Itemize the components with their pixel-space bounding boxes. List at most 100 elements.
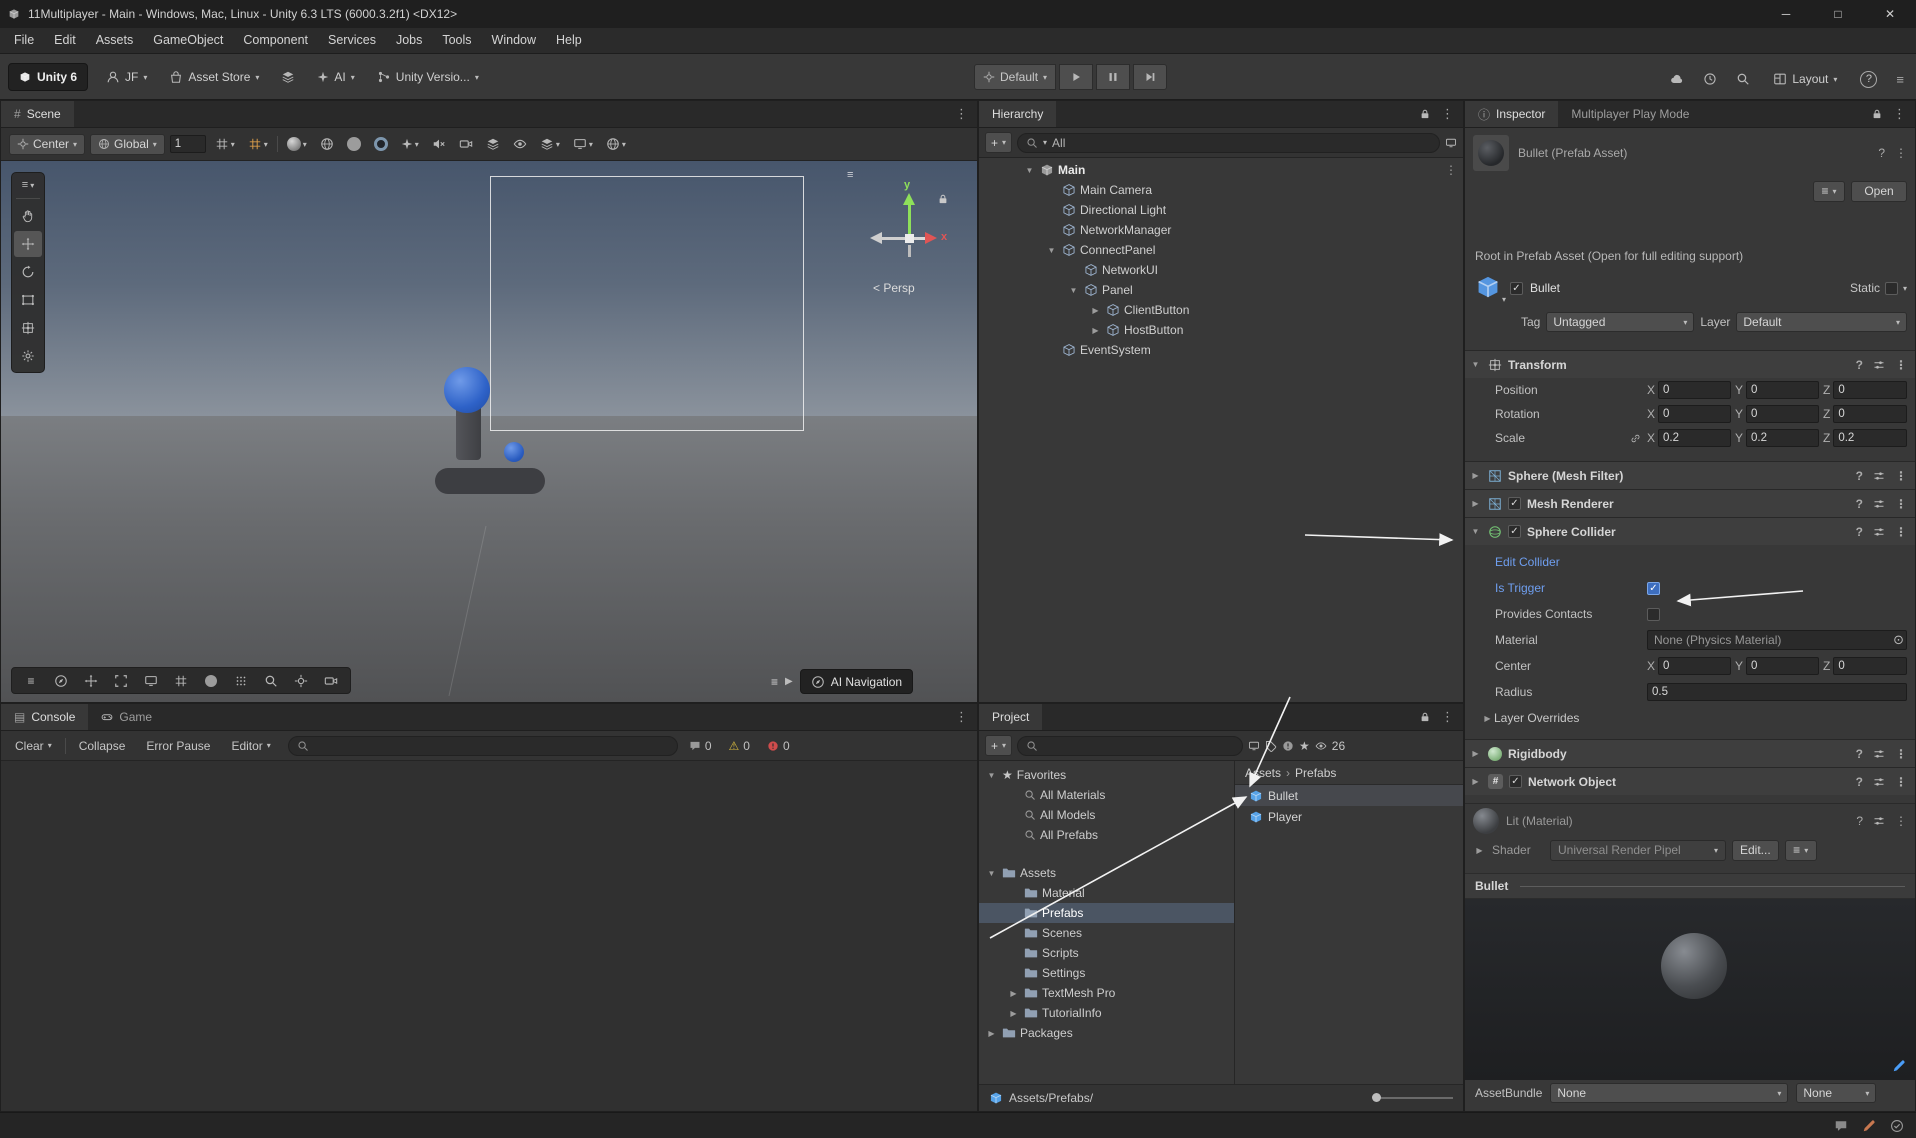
- foldout-right-icon[interactable]: ▶: [1007, 989, 1020, 998]
- presets-icon[interactable]: [1873, 815, 1885, 827]
- perspective-label[interactable]: < Persp: [873, 281, 915, 295]
- play-button[interactable]: [1059, 64, 1094, 90]
- gizmo-center-handle[interactable]: [905, 234, 914, 243]
- grid-size-field[interactable]: [169, 135, 206, 153]
- help-icon[interactable]: ?: [1856, 358, 1863, 372]
- scale-z-field[interactable]: [1833, 429, 1907, 447]
- notifications-icon[interactable]: [1834, 1119, 1848, 1133]
- help-icon[interactable]: ?: [1856, 469, 1863, 483]
- increment-snap-toggle[interactable]: ▾: [244, 133, 272, 155]
- overlay-sphere-button[interactable]: [198, 670, 224, 692]
- search-icon[interactable]: [1736, 72, 1750, 86]
- camera-gizmo-toggle[interactable]: [455, 133, 477, 155]
- scene-visibility-toggle[interactable]: [509, 133, 531, 155]
- visibility-eye-icon[interactable]: [1315, 740, 1327, 752]
- assetbundle-variant-dropdown[interactable]: None ▾: [1796, 1083, 1877, 1103]
- mesh-filter-component-header[interactable]: ▶ Sphere (Mesh Filter) ? ⋮: [1465, 461, 1915, 489]
- context-menu-icon[interactable]: ⋮: [1895, 775, 1907, 789]
- fx-toggle[interactable]: [343, 133, 365, 155]
- foldout-right-icon[interactable]: ▶: [1469, 499, 1482, 508]
- maximize-button[interactable]: □: [1812, 0, 1864, 28]
- hierarchy-item-hostbutton[interactable]: ▶ HostButton: [979, 320, 1463, 340]
- custom-tool-button[interactable]: [14, 343, 42, 369]
- import-activity-icon[interactable]: [1862, 1119, 1876, 1133]
- rotation-x-field[interactable]: [1658, 405, 1731, 423]
- overflow-menu-icon[interactable]: ≡: [1896, 72, 1904, 87]
- menu-assets[interactable]: Assets: [86, 28, 144, 53]
- pause-button[interactable]: [1096, 64, 1131, 90]
- navmesh-compass-button[interactable]: [48, 670, 74, 692]
- physics-material-object-field[interactable]: None (Physics Material) ⊙: [1647, 630, 1907, 650]
- foldout-down-icon[interactable]: ▼: [1023, 166, 1036, 175]
- overlay-move-button[interactable]: [78, 670, 104, 692]
- context-menu-icon[interactable]: ⋮: [1895, 358, 1907, 372]
- project-item-settings[interactable]: Settings: [979, 963, 1234, 983]
- grid-snap-toggle[interactable]: ▾: [211, 133, 239, 155]
- menu-window[interactable]: Window: [482, 28, 546, 53]
- properties-dropdown[interactable]: ≡ ▾: [1813, 180, 1845, 202]
- help-icon[interactable]: ?: [1878, 146, 1885, 160]
- layer-overrides-foldout[interactable]: ▶ Layer Overrides: [1465, 705, 1915, 731]
- foldout-right-icon[interactable]: ▶: [1089, 306, 1102, 315]
- hierarchy-item-eventsystem[interactable]: EventSystem: [979, 340, 1463, 360]
- search-by-label-icon[interactable]: [1265, 740, 1277, 752]
- inspector-panel-menu-icon[interactable]: ⋮: [1893, 106, 1906, 122]
- small-sphere-object[interactable]: [504, 442, 524, 462]
- overlay-camera-button[interactable]: [318, 670, 344, 692]
- rigidbody-component-header[interactable]: ▶ Rigidbody ? ⋮: [1465, 739, 1915, 767]
- console-clear-button[interactable]: Clear ▾: [7, 735, 60, 757]
- presets-icon[interactable]: [1873, 359, 1885, 371]
- overlay-monitor-button[interactable]: [138, 670, 164, 692]
- layout-dropdown[interactable]: Layout ▾: [1769, 65, 1841, 93]
- edit-collider-button[interactable]: Edit Collider: [1495, 555, 1647, 569]
- asset-preview-area[interactable]: [1465, 899, 1915, 1080]
- scale-y-field[interactable]: [1746, 429, 1819, 447]
- presets-icon[interactable]: [1873, 498, 1885, 510]
- overlay-drag-handle-icon[interactable]: ≡: [771, 675, 778, 689]
- hierarchy-create-button[interactable]: + ▾: [985, 132, 1013, 153]
- context-menu-icon[interactable]: ⋮: [1895, 497, 1907, 511]
- presets-icon[interactable]: [1873, 470, 1885, 482]
- center-z-field[interactable]: [1833, 657, 1907, 675]
- prefab-cube-icon[interactable]: ▾: [1475, 274, 1506, 304]
- project-item-tutorialinfo[interactable]: ▶ TutorialInfo: [979, 1003, 1234, 1023]
- context-menu-icon[interactable]: ⋮: [1895, 146, 1907, 160]
- overlay-handle-icon[interactable]: ≡: [18, 670, 44, 692]
- gizmo-y-cone[interactable]: [903, 193, 915, 205]
- foldout-down-icon[interactable]: ▼: [1067, 286, 1080, 295]
- console-log-area[interactable]: [1, 761, 977, 1111]
- open-prefab-button[interactable]: Open: [1851, 180, 1907, 202]
- tab-console[interactable]: ▤ Console: [1, 704, 89, 730]
- help-icon[interactable]: ?: [1860, 70, 1878, 88]
- orientation-gizmo[interactable]: y x < Persp: [849, 179, 969, 311]
- overlays-dropdown[interactable]: ▾: [536, 133, 564, 155]
- console-error-counter[interactable]: 0: [761, 739, 796, 753]
- search-preset-icon[interactable]: [1248, 740, 1260, 752]
- radius-field[interactable]: [1647, 683, 1907, 701]
- hierarchy-item-connectpanel[interactable]: ▼ ConnectPanel: [979, 240, 1463, 260]
- help-icon[interactable]: ?: [1856, 747, 1863, 761]
- shader-edit-button[interactable]: Edit...: [1732, 839, 1779, 861]
- lighting-toggle[interactable]: [370, 133, 392, 155]
- static-checkbox[interactable]: [1884, 281, 1898, 295]
- project-panel-menu-icon[interactable]: ⋮: [1441, 709, 1454, 725]
- overlay-scatter-button[interactable]: [228, 670, 254, 692]
- lock-icon[interactable]: [1419, 108, 1431, 120]
- rotation-z-field[interactable]: [1833, 405, 1907, 423]
- project-item-scenes[interactable]: Scenes: [979, 923, 1234, 943]
- foldout-right-icon[interactable]: ▶: [1473, 846, 1486, 855]
- foldout-down-icon[interactable]: ▼: [985, 869, 998, 878]
- audio-mute-toggle[interactable]: [428, 133, 450, 155]
- hierarchy-item-main-camera[interactable]: Main Camera: [979, 180, 1463, 200]
- help-icon[interactable]: ?: [1856, 814, 1863, 828]
- overlay-pivot-button[interactable]: [288, 670, 314, 692]
- center-y-field[interactable]: [1746, 657, 1819, 675]
- help-icon[interactable]: ?: [1856, 525, 1863, 539]
- hierarchy-item-networkmanager[interactable]: NetworkManager: [979, 220, 1463, 240]
- position-z-field[interactable]: [1833, 381, 1907, 399]
- center-x-field[interactable]: [1658, 657, 1731, 675]
- view-tool-button[interactable]: [14, 203, 42, 229]
- breadcrumb-root[interactable]: Assets: [1245, 766, 1281, 780]
- assetbundle-dropdown[interactable]: None ▾: [1550, 1083, 1789, 1103]
- console-editor-dropdown[interactable]: Editor ▾: [223, 735, 278, 757]
